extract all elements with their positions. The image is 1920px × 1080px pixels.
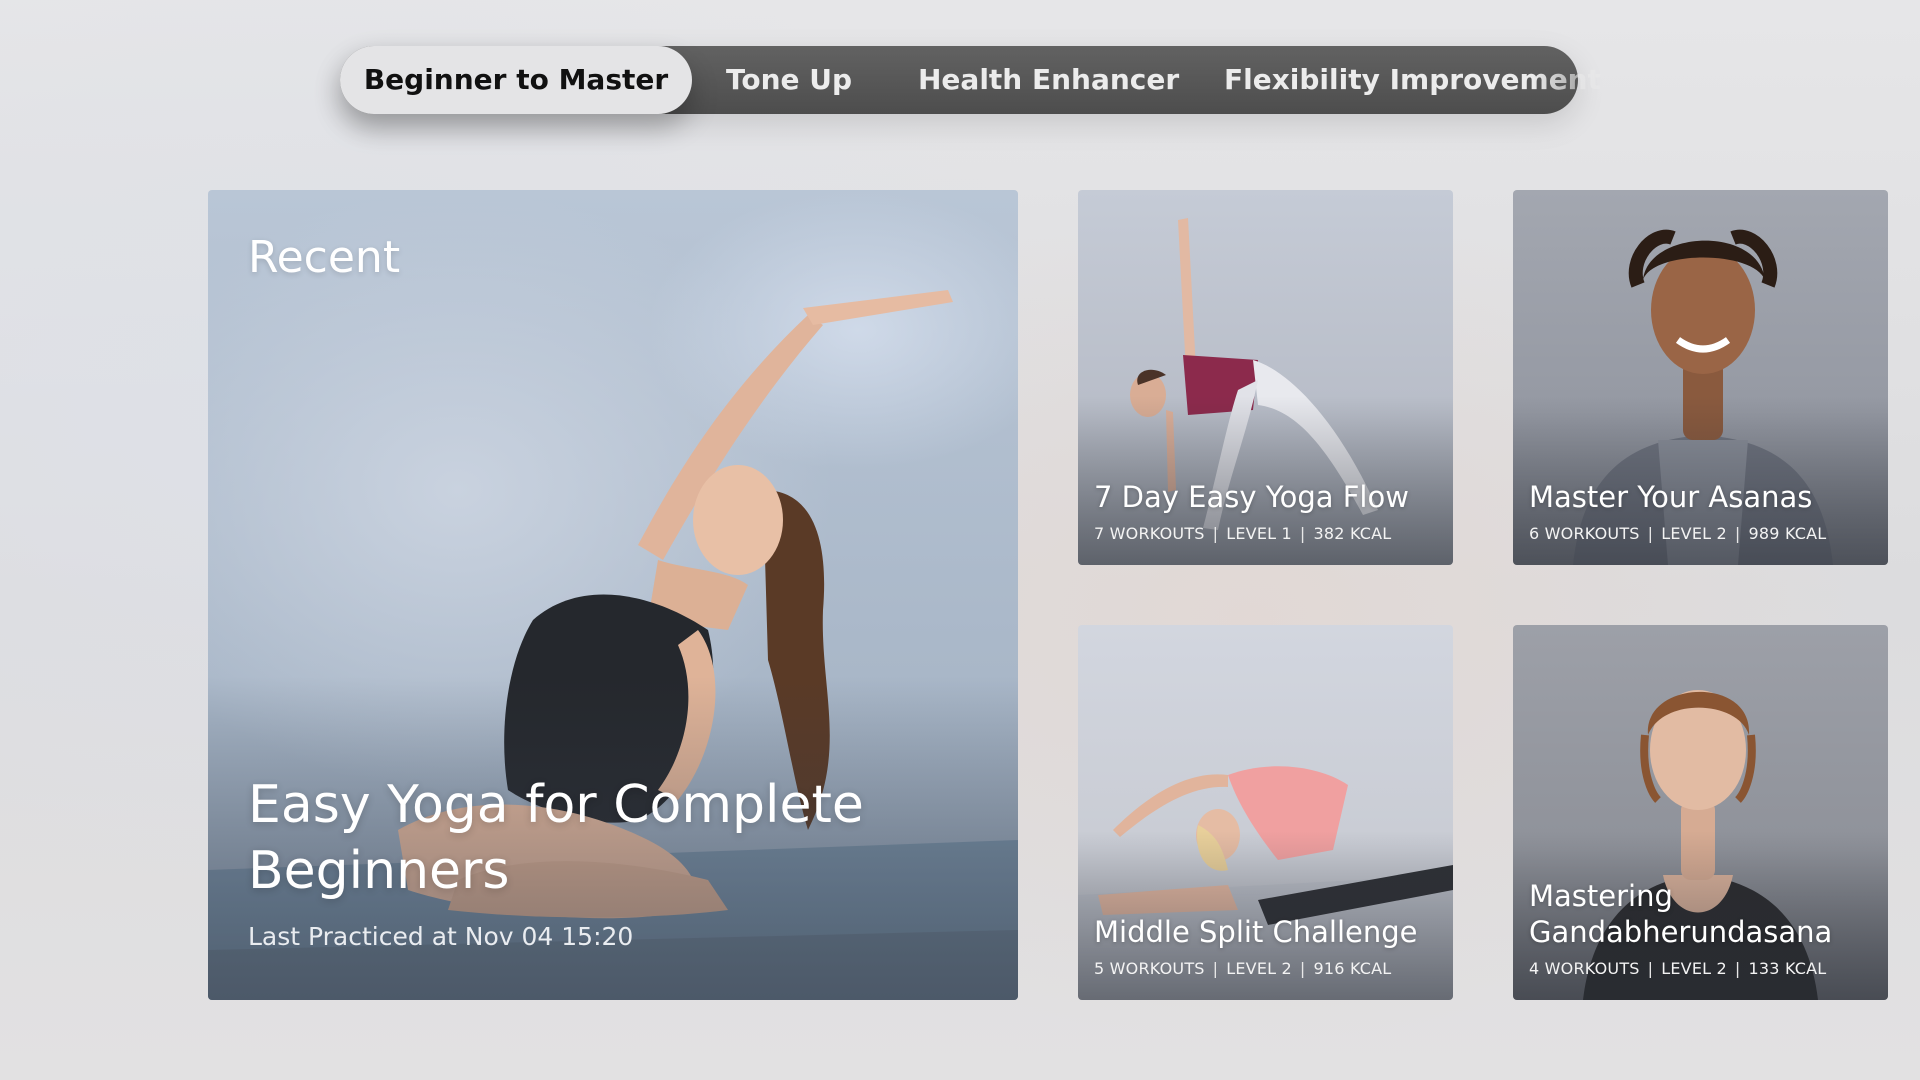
program-level: LEVEL 2 bbox=[1226, 959, 1292, 978]
meta-separator: | bbox=[1734, 959, 1741, 978]
tab-health-enhancer[interactable]: Health Enhancer bbox=[918, 46, 1179, 114]
meta-separator: | bbox=[1299, 524, 1306, 543]
tab-beginner-to-master[interactable]: Beginner to Master bbox=[340, 46, 692, 114]
recent-section-label: Recent bbox=[248, 232, 401, 283]
program-title: 7 Day Easy Yoga Flow bbox=[1094, 480, 1409, 514]
featured-program-card[interactable]: Recent Easy Yoga for Complete Beginners … bbox=[208, 190, 1018, 1000]
meta-separator: | bbox=[1734, 524, 1741, 543]
last-practiced-text: Last Practiced at Nov 04 15:20 bbox=[248, 922, 634, 951]
program-meta: 5 WORKOUTS | LEVEL 2 | 916 KCAL bbox=[1094, 959, 1391, 978]
workout-count: 4 WORKOUTS bbox=[1529, 959, 1640, 978]
program-meta: 4 WORKOUTS | LEVEL 2 | 133 KCAL bbox=[1529, 959, 1826, 978]
program-card-middle-split-challenge[interactable]: Middle Split Challenge 5 WORKOUTS | LEVEL … bbox=[1078, 625, 1453, 1000]
featured-program-title: Easy Yoga for Complete Beginners bbox=[248, 775, 864, 901]
category-tab-bar: Beginner to Master Tone Up Health Enhanc… bbox=[340, 46, 1601, 114]
meta-separator: | bbox=[1299, 959, 1306, 978]
workout-count: 6 WORKOUTS bbox=[1529, 524, 1640, 543]
program-title: Mastering Gandabherundasana bbox=[1529, 879, 1833, 949]
program-meta: 6 WORKOUTS | LEVEL 2 | 989 KCAL bbox=[1529, 524, 1826, 543]
program-level: LEVEL 2 bbox=[1661, 524, 1727, 543]
tab-tone-up[interactable]: Tone Up bbox=[726, 46, 852, 114]
meta-separator: | bbox=[1647, 524, 1654, 543]
program-kcal: 382 KCAL bbox=[1313, 524, 1392, 543]
program-card-mastering-gandabherundasana[interactable]: Mastering Gandabherundasana 4 WORKOUTS | L… bbox=[1513, 625, 1888, 1000]
workout-count: 7 WORKOUTS bbox=[1094, 524, 1205, 543]
workout-count: 5 WORKOUTS bbox=[1094, 959, 1205, 978]
program-kcal: 133 KCAL bbox=[1748, 959, 1827, 978]
meta-separator: | bbox=[1212, 524, 1219, 543]
meta-separator: | bbox=[1647, 959, 1654, 978]
program-title: Middle Split Challenge bbox=[1094, 915, 1418, 949]
tab-flexibility-improvement[interactable]: Flexibility Improvement bbox=[1224, 46, 1601, 114]
meta-separator: | bbox=[1212, 959, 1219, 978]
program-kcal: 989 KCAL bbox=[1748, 524, 1827, 543]
program-meta: 7 WORKOUTS | LEVEL 1 | 382 KCAL bbox=[1094, 524, 1391, 543]
program-card-master-your-asanas[interactable]: Master Your Asanas 6 WORKOUTS | LEVEL 2 | 98… bbox=[1513, 190, 1888, 565]
program-kcal: 916 KCAL bbox=[1313, 959, 1392, 978]
program-title: Master Your Asanas bbox=[1529, 480, 1813, 514]
program-level: LEVEL 1 bbox=[1226, 524, 1292, 543]
program-card-7-day-easy-yoga-flow[interactable]: 7 Day Easy Yoga Flow 7 WORKOUTS | LEVEL 1 |… bbox=[1078, 190, 1453, 565]
program-level: LEVEL 2 bbox=[1661, 959, 1727, 978]
